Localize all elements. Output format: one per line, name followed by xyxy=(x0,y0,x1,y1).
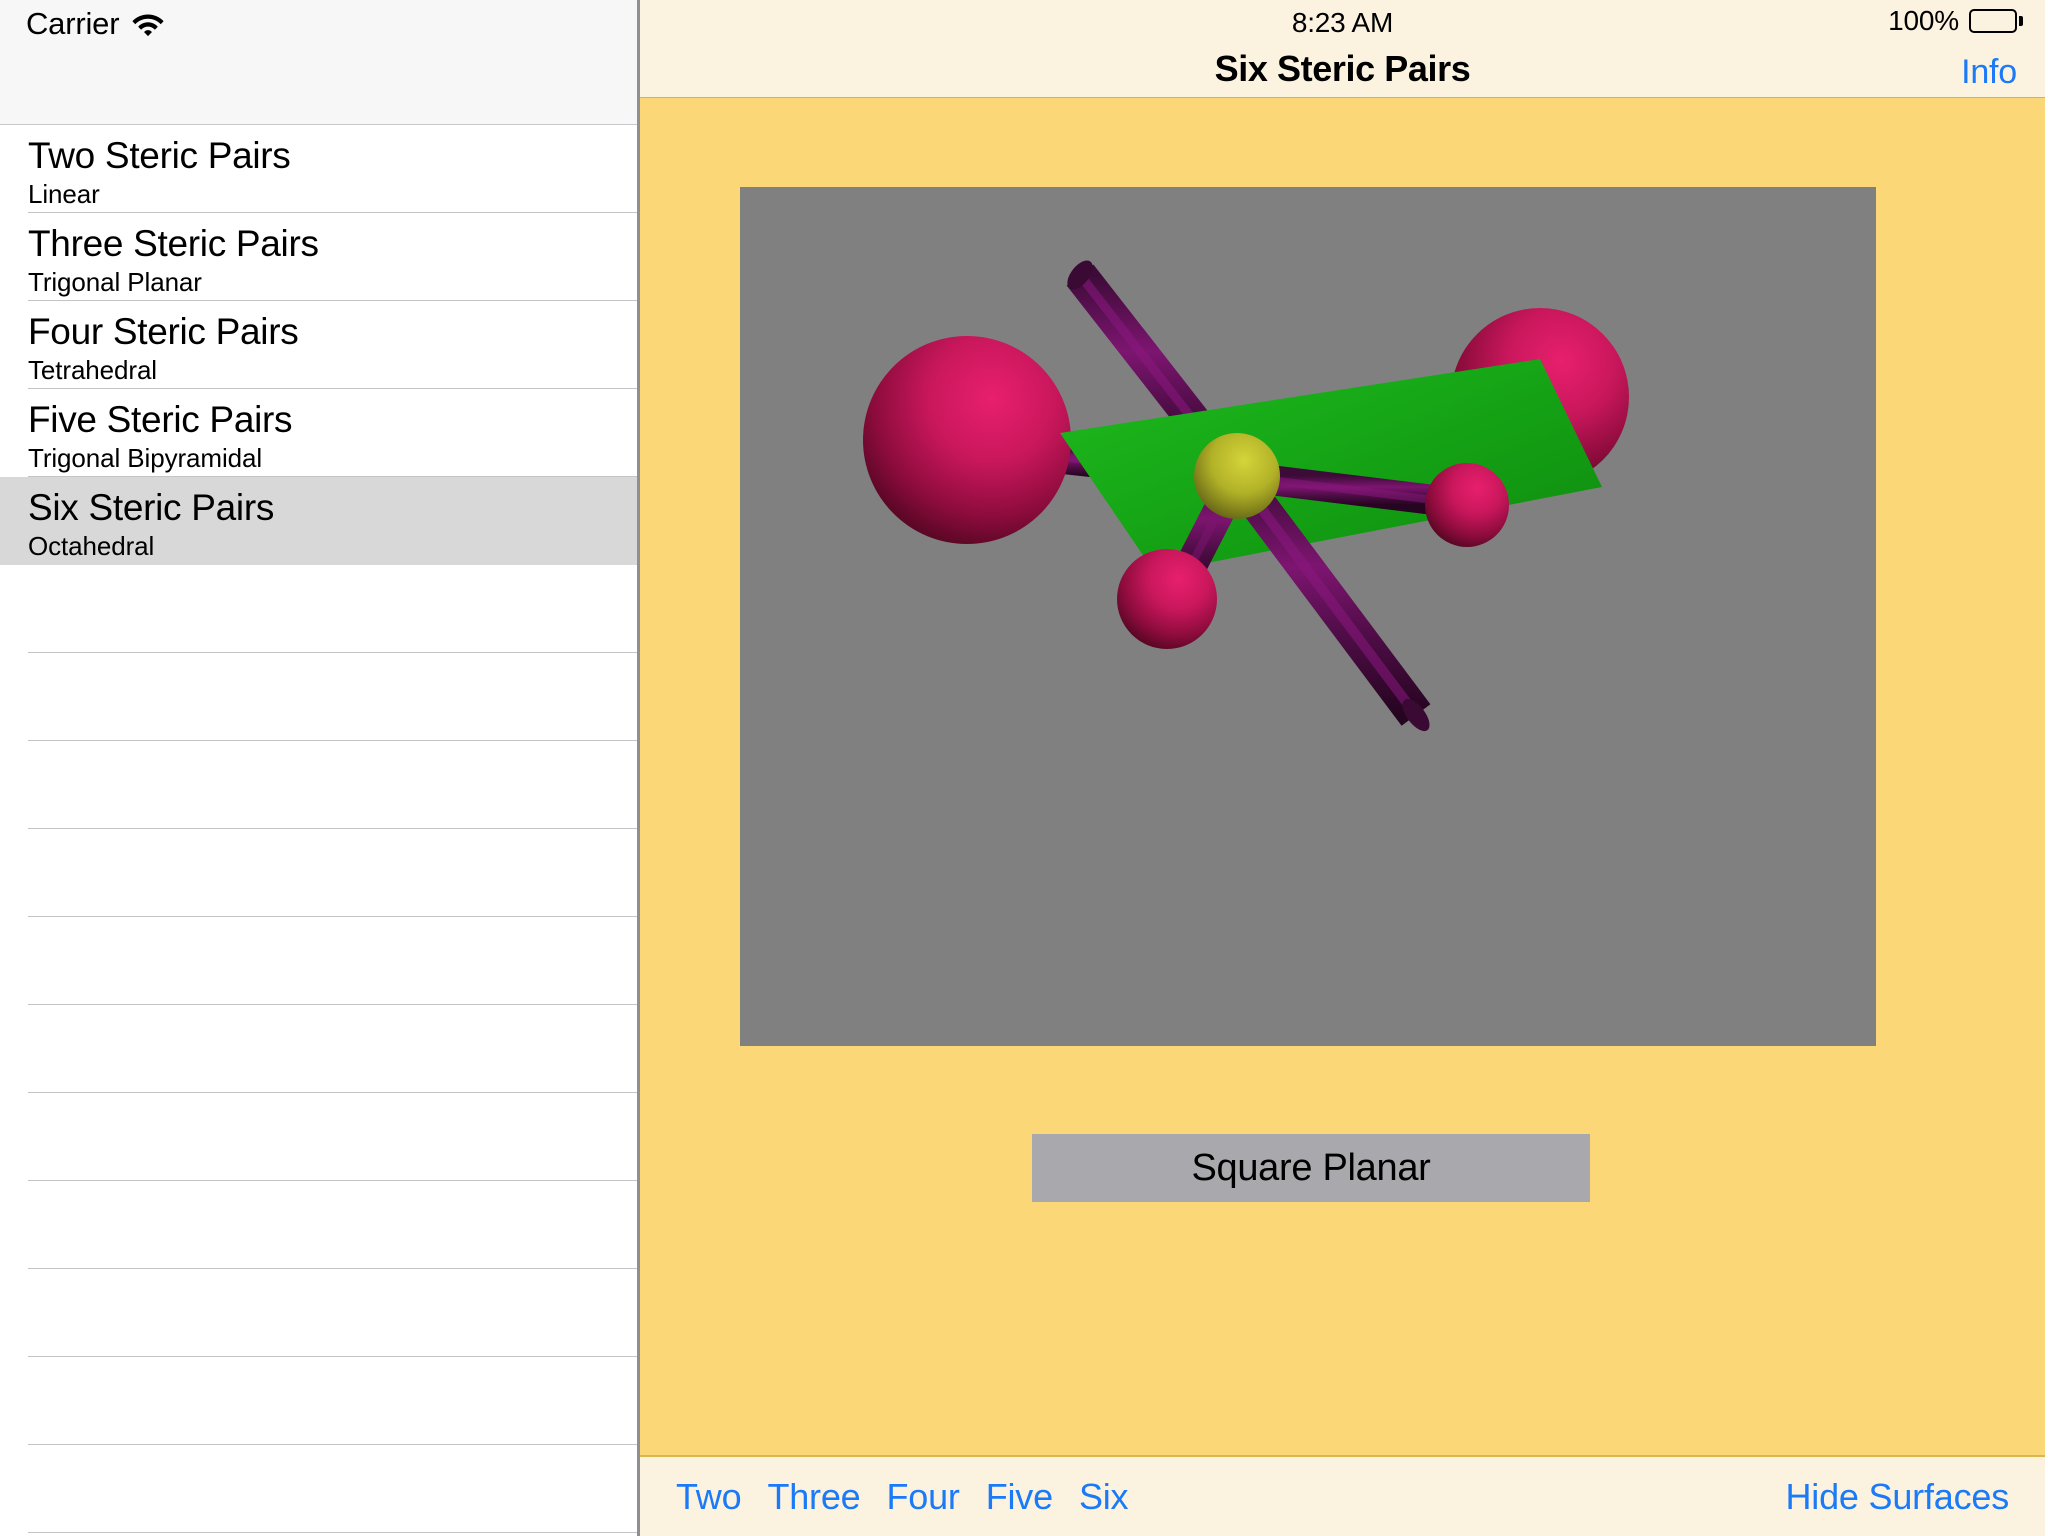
toolbar-button-three[interactable]: Three xyxy=(767,1476,860,1518)
shape-name-button[interactable]: Square Planar xyxy=(1032,1134,1590,1202)
hide-surfaces-button[interactable]: Hide Surfaces xyxy=(1785,1476,2009,1517)
empty-list-row xyxy=(0,653,637,741)
empty-list-row xyxy=(0,1269,637,1357)
carrier-label: Carrier xyxy=(26,6,120,41)
toolbar-button-five[interactable]: Five xyxy=(986,1476,1053,1518)
sidebar-item-three-steric-pairs[interactable]: Three Steric Pairs Trigonal Planar xyxy=(0,213,637,301)
sidebar-item-subtitle: Trigonal Bipyramidal xyxy=(28,443,263,473)
toolbar-button-two[interactable]: Two xyxy=(676,1476,742,1518)
navigation-bar: Six Steric Pairs Info xyxy=(640,40,2045,98)
sidebar-item-five-steric-pairs[interactable]: Five Steric Pairs Trigonal Bipyramidal xyxy=(0,389,637,477)
render-background xyxy=(740,187,1876,1046)
empty-list-row xyxy=(0,1357,637,1445)
carrier-status-group: Carrier xyxy=(26,6,165,42)
sidebar-item-four-steric-pairs[interactable]: Four Steric Pairs Tetrahedral xyxy=(0,301,637,389)
status-clock: 8:23 AM xyxy=(1291,7,1394,38)
sidebar-item-title: Five Steric Pairs xyxy=(28,399,293,440)
central-atom-sphere xyxy=(1194,433,1280,519)
sidebar-item-subtitle: Tetrahedral xyxy=(28,355,157,385)
empty-list-rows xyxy=(0,565,637,1533)
toolbar-shape-buttons: Two Three Four Five Six xyxy=(676,1476,1129,1518)
steric-pairs-list[interactable]: Two Steric Pairs Linear Three Steric Pai… xyxy=(0,125,637,1533)
ligand-sphere-lower-left xyxy=(1117,549,1217,649)
sidebar-item-subtitle: Octahedral xyxy=(28,531,155,561)
empty-list-row xyxy=(0,917,637,1005)
info-button[interactable]: Info xyxy=(1961,53,2017,92)
bottom-toolbar: Two Three Four Five Six Hide Surfaces xyxy=(640,1455,2045,1536)
ligand-sphere-left xyxy=(863,336,1071,544)
toolbar-right-group: Hide Surfaces xyxy=(1785,1476,2009,1518)
battery-status-group: 100% xyxy=(1888,5,2023,37)
battery-percent-label: 100% xyxy=(1888,5,1959,36)
sidebar-item-title: Six Steric Pairs xyxy=(28,487,275,528)
page-title: Six Steric Pairs xyxy=(1214,48,1471,89)
detail-content-area: Square Planar xyxy=(640,98,2045,1455)
battery-full-icon xyxy=(1969,9,2023,33)
sidebar-master-pane: Carrier Two Steric Pairs Linear Three St… xyxy=(0,0,640,1536)
sidebar-item-six-steric-pairs[interactable]: Six Steric Pairs Octahedral xyxy=(0,477,637,565)
sidebar-item-subtitle: Trigonal Planar xyxy=(28,267,202,297)
toolbar-button-six[interactable]: Six xyxy=(1079,1476,1129,1518)
empty-list-row xyxy=(0,1093,637,1181)
sidebar-item-title: Two Steric Pairs xyxy=(28,135,291,176)
sidebar-item-title: Three Steric Pairs xyxy=(28,223,319,264)
ipad-app-window: Carrier Two Steric Pairs Linear Three St… xyxy=(0,0,2048,1536)
wifi-icon xyxy=(131,11,165,37)
empty-list-row xyxy=(0,741,637,829)
sidebar-item-title: Four Steric Pairs xyxy=(28,311,299,352)
sidebar-item-subtitle: Linear xyxy=(28,179,100,209)
empty-list-row xyxy=(0,565,637,653)
toolbar-button-four[interactable]: Four xyxy=(886,1476,959,1518)
molecule-3d-render-view[interactable] xyxy=(740,187,1876,1046)
empty-list-row xyxy=(0,829,637,917)
ligand-sphere-right xyxy=(1425,463,1509,547)
detail-status-bar: 8:23 AM 100% xyxy=(640,0,2045,40)
empty-list-row xyxy=(0,1181,637,1269)
empty-list-row xyxy=(0,1005,637,1093)
sidebar-status-bar: Carrier xyxy=(0,0,637,125)
sidebar-item-two-steric-pairs[interactable]: Two Steric Pairs Linear xyxy=(0,125,637,213)
row-separator xyxy=(28,1532,637,1533)
empty-list-row xyxy=(0,1445,637,1533)
detail-pane: 8:23 AM 100% Six Steric Pairs Info Squar… xyxy=(640,0,2045,1536)
